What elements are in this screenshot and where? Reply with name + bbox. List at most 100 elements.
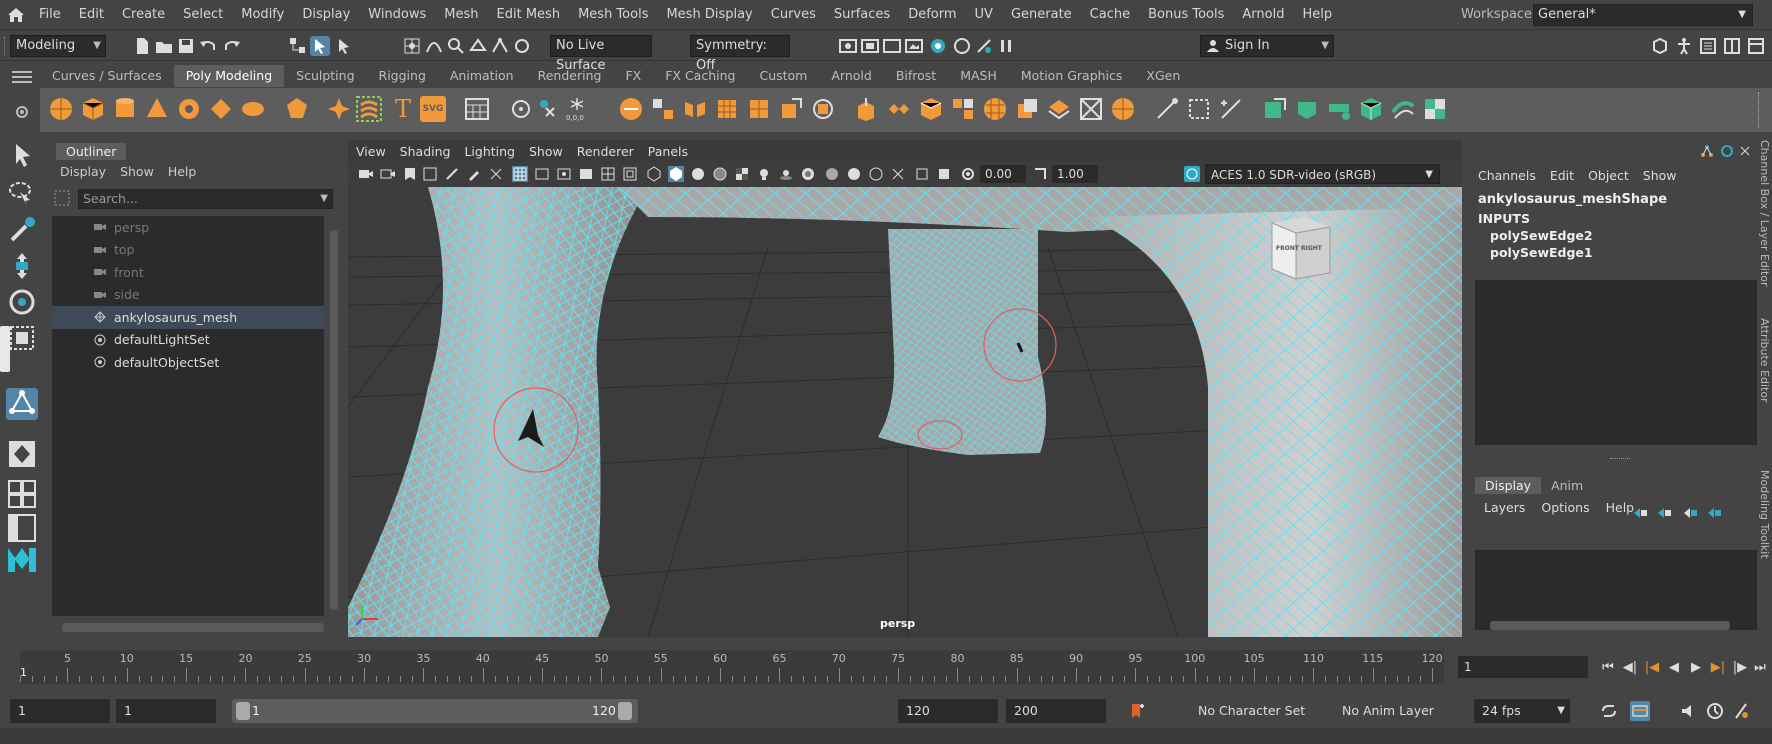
side-tab-modeling-toolkit[interactable]: Modeling Toolkit xyxy=(1758,470,1771,559)
last-tool-used-icon[interactable] xyxy=(6,388,38,420)
uv-automatic-icon[interactable] xyxy=(1358,96,1384,122)
paint-select-tool-icon[interactable] xyxy=(6,214,38,246)
image-plane-icon[interactable] xyxy=(422,166,438,182)
channel-box-menu-channels[interactable]: Channels xyxy=(1478,168,1536,183)
channel-box-menu-object[interactable]: Object xyxy=(1588,168,1629,183)
shelf-tab-rendering[interactable]: Rendering xyxy=(526,65,614,87)
measure-tool-icon[interactable] xyxy=(508,96,534,122)
sound-icon[interactable] xyxy=(1680,702,1698,720)
bridge-icon[interactable] xyxy=(886,96,912,122)
hypershade-icon[interactable] xyxy=(928,36,948,56)
modeling-toolkit-icon[interactable] xyxy=(1650,36,1670,56)
uv-cylindrical-icon[interactable] xyxy=(1294,96,1320,122)
layer-menu-help[interactable]: Help xyxy=(1606,500,1635,515)
gamma-icon[interactable] xyxy=(1032,166,1048,182)
menu-edit[interactable]: Edit xyxy=(70,0,113,30)
use-default-material-icon[interactable] xyxy=(690,166,706,182)
mirror-icon[interactable] xyxy=(682,96,708,122)
shadows-icon[interactable] xyxy=(778,166,794,182)
animation-start-field[interactable]: 1 xyxy=(10,699,110,723)
snap-to-point-icon[interactable] xyxy=(446,36,466,56)
tool-grip-handle[interactable] xyxy=(0,326,10,372)
color-management-icon[interactable] xyxy=(1184,166,1200,182)
render-settings-icon[interactable] xyxy=(838,36,858,56)
lock-icon[interactable] xyxy=(1720,144,1734,158)
xray-components-icon[interactable] xyxy=(936,166,952,182)
menu-mesh-tools[interactable]: Mesh Tools xyxy=(569,0,657,30)
current-frame-field[interactable]: 1 xyxy=(1458,656,1588,678)
select-camera-icon[interactable] xyxy=(358,166,374,182)
viewport-menu-show[interactable]: Show xyxy=(529,144,563,159)
menu-set-dropdown[interactable]: Modeling ▼ xyxy=(10,35,106,57)
reduce-icon[interactable] xyxy=(746,96,772,122)
sign-in-dropdown[interactable]: Sign In ▼ xyxy=(1200,35,1334,57)
outliner-item-defaultlightset[interactable]: defaultLightSet xyxy=(52,329,324,352)
shelf-tab-curves-surfaces[interactable]: Curves / Surfaces xyxy=(40,65,174,87)
viewport-canvas[interactable]: FRONT RIGHT persp xyxy=(348,187,1462,637)
four-view-layout-icon[interactable] xyxy=(6,478,38,510)
step-back-key-icon[interactable]: |◀ xyxy=(1644,660,1660,676)
playback-start-field[interactable]: 1 xyxy=(116,699,216,723)
layer-menu-options[interactable]: Options xyxy=(1541,500,1589,515)
shelf-scroll-icon[interactable] xyxy=(1758,92,1766,128)
platonic-solid-icon[interactable] xyxy=(284,96,310,122)
go-to-start-icon[interactable]: ⏮ xyxy=(1600,660,1616,676)
center-pivot-icon[interactable] xyxy=(536,96,562,122)
layer-tab-anim[interactable]: Anim xyxy=(1541,477,1593,494)
channel-box-menu-show[interactable]: Show xyxy=(1643,168,1677,183)
ambient-occlusion-icon[interactable] xyxy=(800,166,816,182)
uv-unfold-icon[interactable] xyxy=(1390,96,1416,122)
menu-surfaces[interactable]: Surfaces xyxy=(825,0,899,30)
grid-toggle-icon[interactable] xyxy=(512,166,528,182)
menu-deform[interactable]: Deform xyxy=(899,0,965,30)
side-tab-attribute-editor[interactable]: Attribute Editor xyxy=(1758,318,1771,403)
svg-tool-icon[interactable]: SVG xyxy=(420,96,446,122)
combine-icon[interactable] xyxy=(618,96,644,122)
textured-icon[interactable] xyxy=(734,166,750,182)
outliner-item-top[interactable]: top xyxy=(52,239,324,262)
outliner-horizontal-scrollbar[interactable] xyxy=(62,623,324,632)
hierarchy-icon[interactable] xyxy=(1700,144,1714,158)
film-gate-icon[interactable] xyxy=(534,166,550,182)
freeze-transform-icon[interactable]: 0,0,0 xyxy=(564,96,590,122)
range-start-handle[interactable] xyxy=(236,702,250,720)
move-layer-up-icon[interactable] xyxy=(1632,506,1648,520)
grease-pencil-icon[interactable] xyxy=(466,166,482,182)
menu-file[interactable]: File xyxy=(30,0,70,30)
outliner-vertical-scrollbar[interactable] xyxy=(330,230,338,610)
select-by-object-icon[interactable] xyxy=(310,36,330,56)
viewport-menu-panels[interactable]: Panels xyxy=(648,144,688,159)
menu-windows[interactable]: Windows xyxy=(359,0,435,30)
menu-cache[interactable]: Cache xyxy=(1081,0,1139,30)
viewport-menu-view[interactable]: View xyxy=(356,144,386,159)
type-tool-icon[interactable]: T xyxy=(390,96,416,122)
play-forwards-icon[interactable]: ▶ xyxy=(1688,660,1704,676)
sweep-mesh-icon[interactable] xyxy=(356,96,382,122)
outliner-item-ankylosaurus-mesh[interactable]: ankylosaurus_mesh xyxy=(52,306,324,329)
snap-to-grid-icon[interactable] xyxy=(402,36,422,56)
snap-to-curve-icon[interactable] xyxy=(424,36,444,56)
shelf-tab-motion-graphics[interactable]: Motion Graphics xyxy=(1009,65,1135,87)
outliner-item-side[interactable]: side xyxy=(52,284,324,307)
menu-mesh[interactable]: Mesh xyxy=(435,0,487,30)
ipr-render-icon[interactable] xyxy=(882,36,902,56)
input-node-polysewedge1[interactable]: polySewEdge1 xyxy=(1490,245,1593,260)
poly-cube-icon[interactable] xyxy=(80,96,106,122)
go-to-end-icon[interactable]: ⏭ xyxy=(1752,660,1768,676)
shelf-tab-xgen[interactable]: XGen xyxy=(1134,65,1192,87)
tool-settings-icon[interactable] xyxy=(1722,36,1742,56)
live-surface-field[interactable]: No Live Surface xyxy=(550,35,652,73)
shelf-tab-arnold[interactable]: Arnold xyxy=(819,65,883,87)
menu-curves[interactable]: Curves xyxy=(762,0,825,30)
menu-arnold[interactable]: Arnold xyxy=(1233,0,1293,30)
gamma-field[interactable]: 1.00 xyxy=(1052,165,1098,183)
anim-layer-dropdown[interactable]: No Anim Layer xyxy=(1334,699,1454,723)
layer-horizontal-scrollbar[interactable] xyxy=(1490,621,1730,630)
uv-planar-icon[interactable] xyxy=(1262,96,1288,122)
shelf-tab-rigging[interactable]: Rigging xyxy=(367,65,438,87)
layer-menu-layers[interactable]: Layers xyxy=(1484,500,1525,515)
new-scene-icon[interactable] xyxy=(132,36,152,56)
loop-playback-icon[interactable] xyxy=(1600,702,1618,720)
chevron-down-icon[interactable]: ▼ xyxy=(320,190,328,208)
channel-box-icon[interactable] xyxy=(1746,36,1766,56)
